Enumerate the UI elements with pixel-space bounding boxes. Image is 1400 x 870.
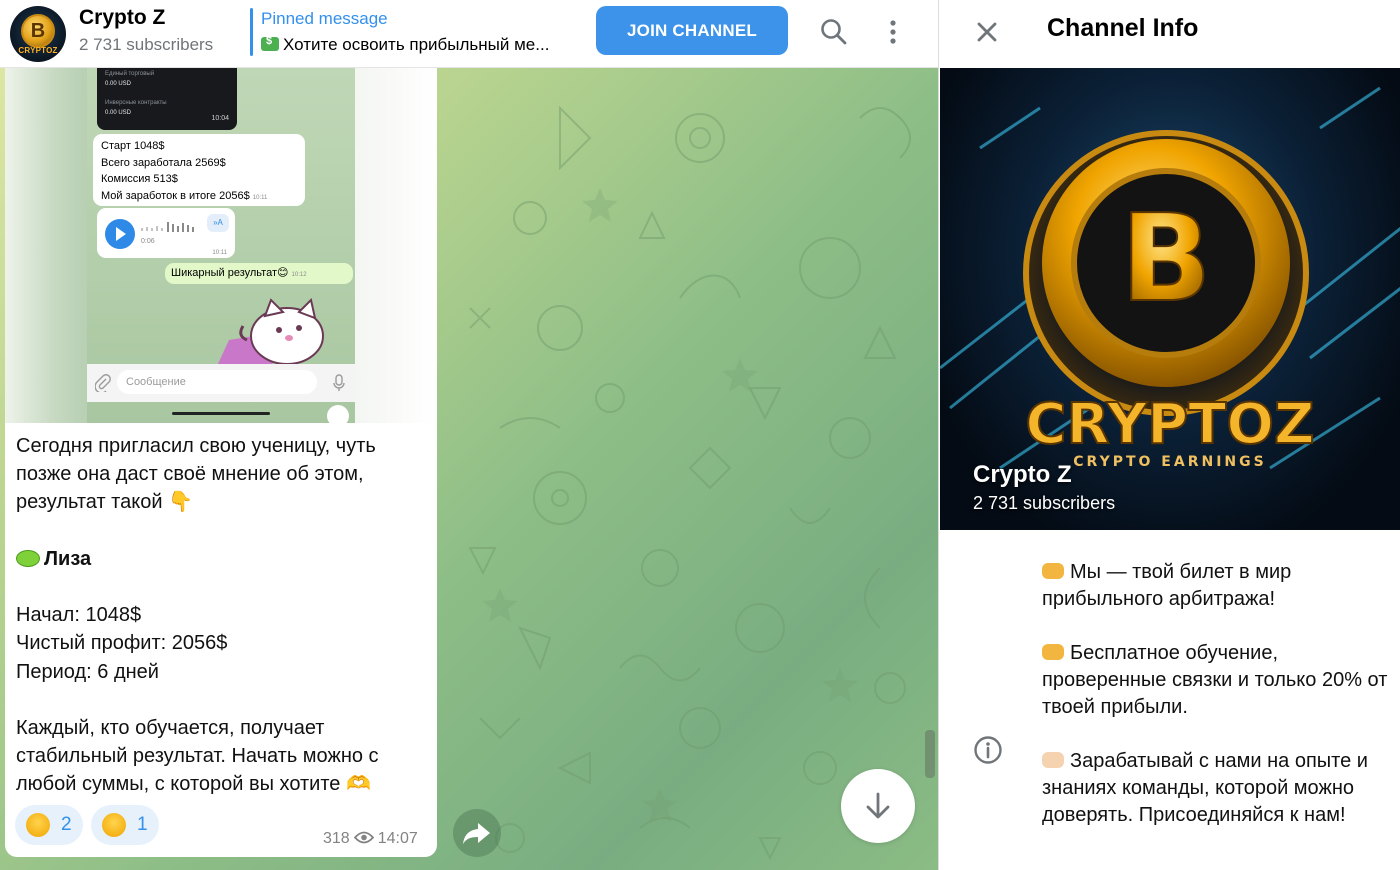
chat-header: B CRYPTOZ Crypto Z 2 731 subscribers Pin… (0, 0, 938, 68)
chevron-down-icon (327, 405, 349, 423)
pinching-hand-icon (1042, 644, 1064, 660)
balance-row-value: 0.00 USD (105, 110, 132, 116)
pinned-title: Pinned message (261, 9, 388, 28)
svg-text:B: B (1120, 190, 1211, 329)
reaction-crying[interactable]: 1 (91, 805, 159, 845)
arrow-down-icon (866, 792, 890, 819)
stat-started: Начал: 1048$ (16, 604, 142, 627)
channel-post[interactable]: Единый торговый 0.00 USD Инверсные контр… (5, 68, 437, 857)
post-time: 14:07 (377, 830, 418, 847)
cat-sticker (217, 298, 324, 366)
more-vertical-icon[interactable] (877, 16, 909, 48)
cover-logo-text: CRYPTOZ (1025, 392, 1314, 457)
channel-info-panel: Channel Info B CRYPTOZ CRYPTO EARNINGS C… (938, 0, 1400, 870)
stats-line: Комиссия 513$ (101, 173, 178, 185)
image-blur-right (355, 68, 437, 423)
description-text: Зарабатывай с нами на опыте и знаниях ко… (1042, 750, 1368, 826)
balance-row-value: 0.00 USD (105, 81, 132, 87)
waveform-icon (141, 222, 194, 232)
reaction-count: 2 (61, 814, 72, 835)
stats-line: Старт 1048$ (101, 140, 165, 152)
search-icon[interactable] (818, 16, 850, 48)
info-header: Channel Info (939, 0, 1400, 68)
stats-bubble: Старт 1048$ Всего заработала 2569$ Комис… (93, 134, 305, 206)
post-meta: 318 14:07 (323, 830, 418, 848)
view-count: 318 (323, 830, 350, 847)
telegram-app: B CRYPTOZ Crypto Z 2 731 subscribers Pin… (0, 0, 1400, 870)
chat-panel: B CRYPTOZ Crypto Z 2 731 subscribers Pin… (0, 0, 938, 870)
balance-row-label: Инверсные контракты (105, 100, 167, 106)
reaction-woozy[interactable]: 2 (15, 805, 83, 845)
balance-card: Единый торговый 0.00 USD Инверсные контр… (97, 68, 237, 130)
post-outro: Каждый, кто обучается, получает стабильн… (16, 716, 379, 796)
eye-icon (353, 831, 374, 844)
pinned-indicator-bar (250, 8, 253, 56)
description-line-2: Бесплатное обучение, проверенные связки … (1042, 640, 1392, 721)
post-image[interactable]: Единый торговый 0.00 USD Инверсные контр… (5, 68, 437, 423)
phone-message-field: Сообщение (117, 370, 317, 394)
description-text: Мы — твой билет в мир прибыльного арбитр… (1042, 561, 1292, 610)
crying-face-icon (102, 813, 126, 837)
transcribe-button: »A (207, 214, 229, 232)
cover-subscribers: 2 731 subscribers (973, 493, 1116, 513)
subscriber-count: 2 731 subscribers (79, 35, 214, 54)
close-icon[interactable] (973, 18, 1001, 46)
stat-period: Период: 6 дней (16, 660, 159, 683)
channel-title[interactable]: Crypto Z (79, 6, 165, 30)
info-icon (974, 736, 1002, 764)
channel-avatar[interactable]: B CRYPTOZ (10, 6, 66, 62)
woozy-face-icon (26, 813, 50, 837)
description-line-1: Мы — твой билет в мир прибыльного арбитр… (1042, 559, 1392, 613)
channel-description: Мы — твой билет в мир прибыльного арбитр… (1042, 559, 1392, 829)
reply-bubble: Шикарный результат😊 10:12 (165, 263, 353, 284)
reply-time: 10:12 (291, 272, 307, 278)
stats-line: Всего заработала 2569$ (101, 156, 226, 169)
paperclip-icon (95, 374, 111, 392)
voice-bubble: 0:06 »A 10:11 (97, 208, 235, 258)
join-channel-button[interactable]: JOIN CHANNEL (596, 6, 788, 55)
description-text: Бесплатное обучение, проверенные связки … (1042, 642, 1388, 718)
play-icon (105, 219, 135, 249)
post-intro: Сегодня пригласил свою ученицу, чуть поз… (16, 435, 376, 514)
cover-channel-name: Crypto Z (973, 461, 1072, 488)
reply-text: Шикарный результат😊 (171, 267, 289, 279)
handshake-icon (1042, 563, 1064, 579)
chat-scrollbar[interactable] (925, 730, 935, 778)
balance-row-label: Единый торговый (105, 71, 155, 77)
image-blur-left (5, 68, 87, 423)
green-circle-icon (16, 549, 40, 567)
voice-time: 10:11 (212, 250, 227, 256)
student-name: Лиза (44, 547, 92, 570)
stat-profit: Чистый профит: 2056$ (16, 632, 228, 655)
microphone-icon (333, 374, 345, 391)
info-title: Channel Info (1047, 14, 1199, 42)
share-icon[interactable] (453, 809, 501, 857)
pinned-preview-text: Хотите освоить прибыльный ме... (283, 35, 550, 54)
scroll-to-bottom-button[interactable] (841, 769, 915, 843)
bitcoin-coin-icon: B (21, 14, 55, 48)
phone-screenshot: Единый торговый 0.00 USD Инверсные контр… (87, 68, 355, 423)
phone-input-bar: Сообщение (87, 364, 355, 402)
stats-time: 10:11 (252, 194, 268, 201)
voice-duration: 0:06 (141, 238, 155, 245)
stats-line: Мой заработок в итоге 2056$ (101, 189, 250, 202)
cover-tagline: CRYPTO EARNINGS (1073, 454, 1266, 470)
pinned-preview: Хотите освоить прибыльный ме... (261, 35, 591, 55)
post-text: Сегодня пригласил свою ученицу, чуть поз… (16, 432, 431, 799)
card-time: 10:04 (211, 115, 229, 122)
avatar-logo-text: CRYPTOZ (18, 46, 58, 55)
description-line-3: Зарабатывай с нами на опыте и знаниях ко… (1042, 748, 1392, 829)
pointing-hand-icon (1042, 752, 1064, 768)
channel-cover-image[interactable]: B CRYPTOZ CRYPTO EARNINGS Crypto Z 2 731… (940, 68, 1400, 530)
reaction-count: 1 (137, 814, 148, 835)
money-icon (261, 35, 279, 51)
student-line: Лиза (16, 545, 431, 573)
home-indicator (172, 412, 270, 415)
